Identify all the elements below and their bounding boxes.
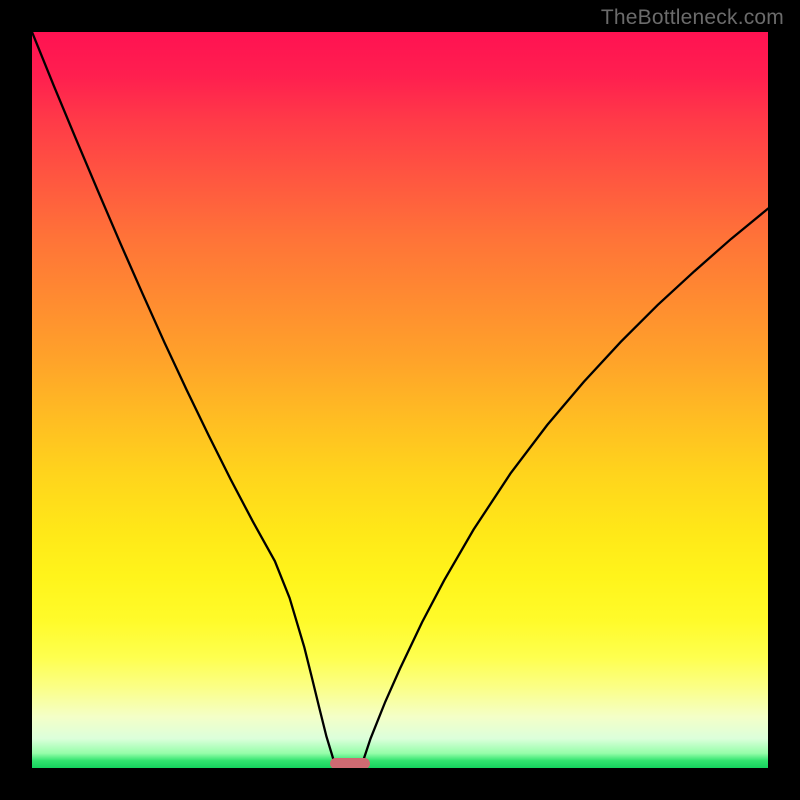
right-curve <box>363 209 768 761</box>
curves-svg <box>32 32 768 768</box>
chart-frame: TheBottleneck.com <box>0 0 800 800</box>
watermark-text: TheBottleneck.com <box>601 6 784 30</box>
left-curve <box>32 32 334 761</box>
plot-area <box>32 32 768 768</box>
bottleneck-marker <box>330 758 370 768</box>
